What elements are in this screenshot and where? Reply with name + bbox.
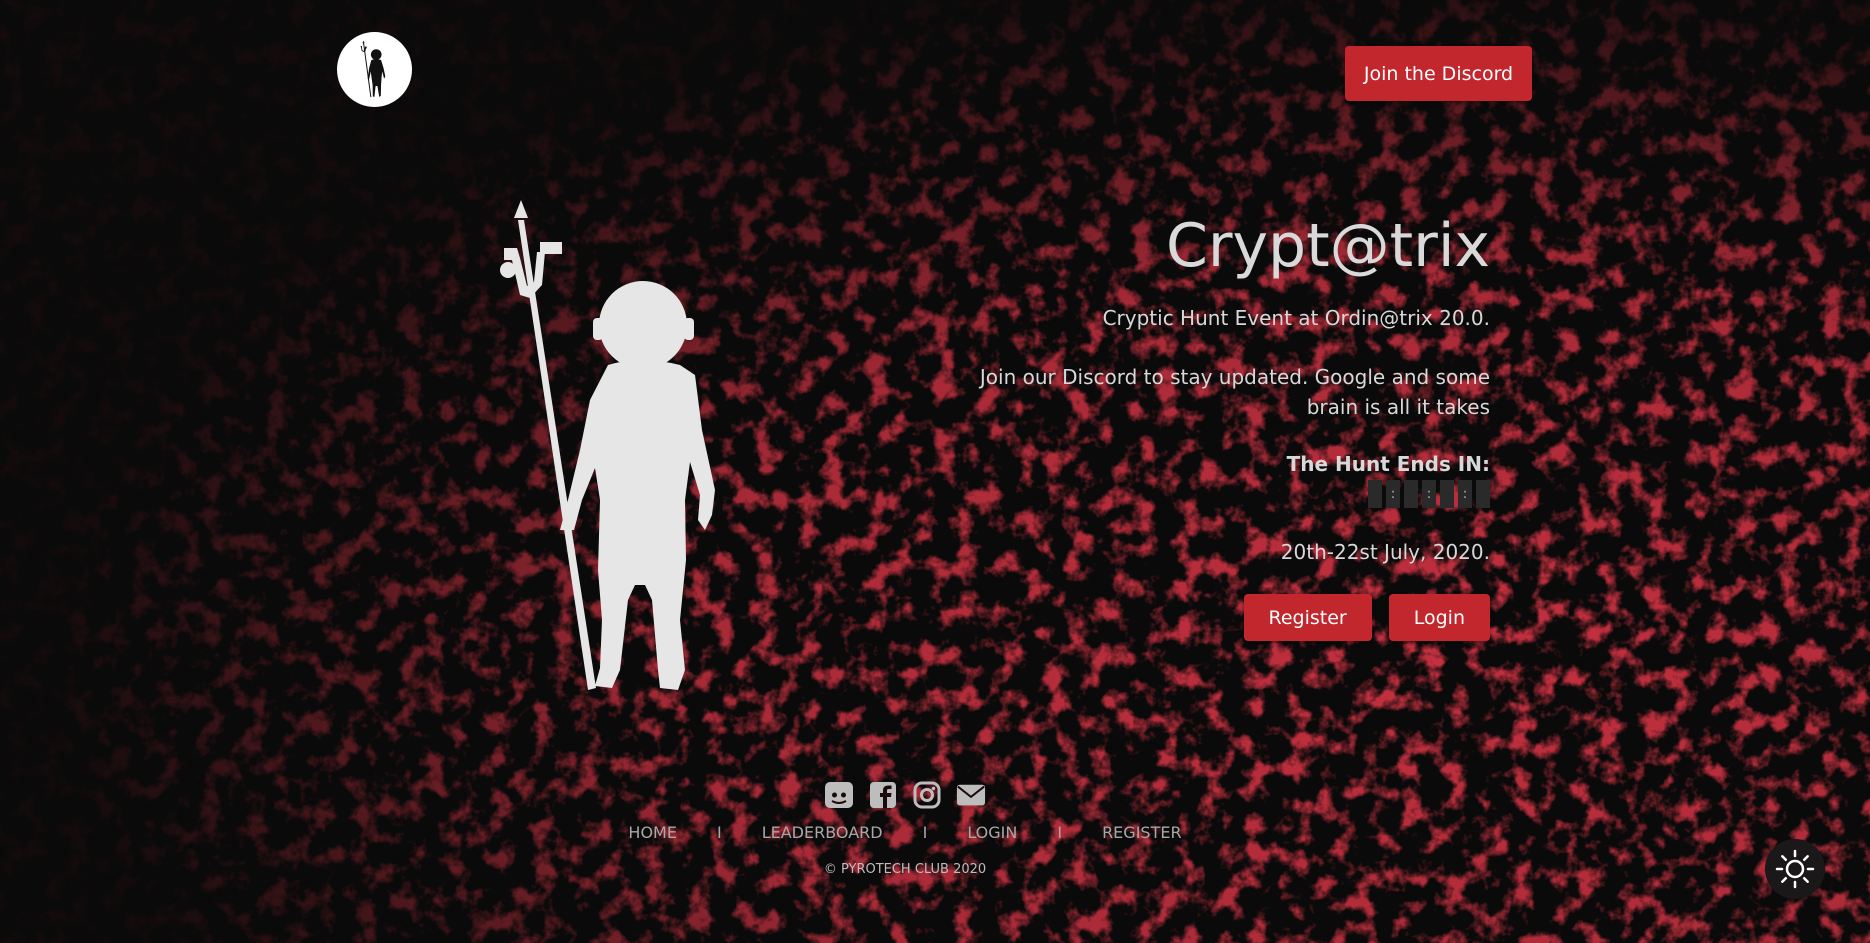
- footer: HOME I LEADERBOARD I LOGIN I REGISTER © …: [0, 780, 1870, 877]
- nav-separator: I: [1057, 823, 1063, 842]
- footer-link-register[interactable]: REGISTER: [1102, 823, 1182, 842]
- event-description: Join our Discord to stay updated. Google…: [979, 365, 1490, 419]
- countdown-hours: [1404, 480, 1418, 508]
- nav-separator: I: [716, 823, 722, 842]
- facebook-icon[interactable]: [868, 780, 898, 810]
- instagram-icon[interactable]: [912, 780, 942, 810]
- countdown-days: [1368, 480, 1382, 508]
- event-subtitle: Cryptic Hunt Event at Ordin@trix 20.0.: [1102, 306, 1490, 330]
- hero-actions: Register Login: [970, 594, 1490, 641]
- countdown-separator: :: [1386, 480, 1400, 508]
- login-button[interactable]: Login: [1388, 594, 1490, 641]
- page-title: Crypt@trix: [1165, 211, 1490, 281]
- countdown-separator: :: [1422, 480, 1436, 508]
- countdown-seconds: [1476, 480, 1490, 508]
- sun-icon: [1775, 849, 1815, 889]
- countdown-label: The Hunt Ends IN:: [1286, 452, 1490, 476]
- register-button[interactable]: Register: [1243, 594, 1372, 641]
- countdown-separator: :: [1458, 480, 1472, 508]
- astronaut-trident-illustration: [500, 200, 715, 690]
- site-logo[interactable]: [337, 32, 412, 107]
- footer-link-leaderboard[interactable]: LEADERBOARD: [762, 823, 883, 842]
- theme-toggle-button[interactable]: [1765, 839, 1825, 899]
- event-dates: 20th-22st July, 2020.: [1280, 540, 1490, 564]
- mail-icon[interactable]: [956, 780, 986, 810]
- astronaut-trident-logo-icon: [360, 40, 385, 97]
- footer-link-login[interactable]: LOGIN: [967, 823, 1017, 842]
- footer-link-home[interactable]: HOME: [628, 823, 677, 842]
- countdown-timer: : : :: [970, 480, 1490, 510]
- discord-icon[interactable]: [824, 780, 854, 810]
- copyright: © PYROTECH CLUB 2020: [823, 862, 987, 877]
- nav-separator: I: [922, 823, 928, 842]
- countdown-minutes: [1440, 480, 1454, 508]
- hero-section: Crypt@trix Cryptic Hunt Event at Ordin@t…: [970, 210, 1490, 641]
- social-links: [0, 780, 1870, 810]
- join-discord-button[interactable]: Join the Discord: [1345, 46, 1532, 101]
- footer-nav: HOME I LEADERBOARD I LOGIN I REGISTER: [0, 823, 1870, 842]
